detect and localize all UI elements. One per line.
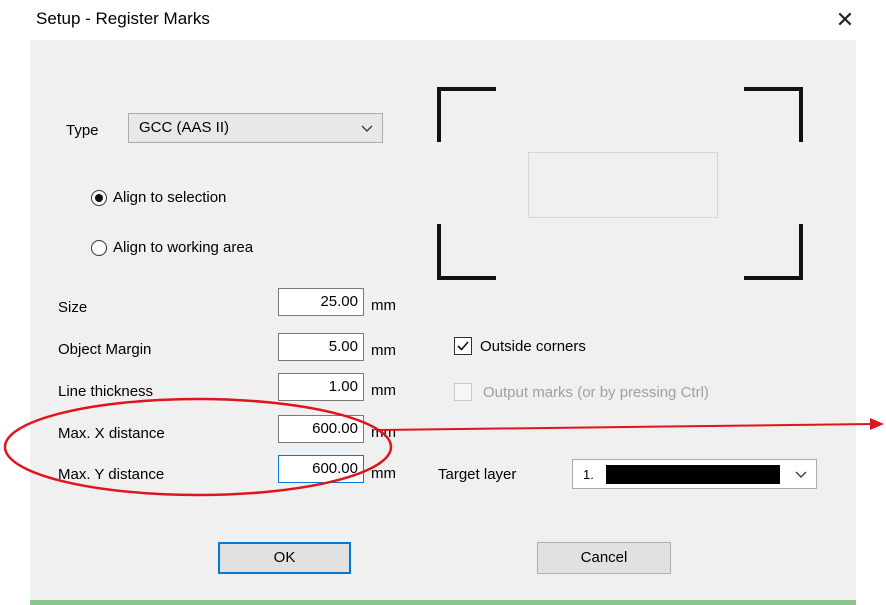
output-marks-checkbox[interactable] bbox=[454, 383, 472, 401]
align-selection-label[interactable]: Align to selection bbox=[113, 189, 226, 206]
align-selection-radio[interactable] bbox=[91, 190, 107, 206]
target-layer-select[interactable]: 1. bbox=[572, 459, 817, 489]
cancel-button[interactable]: Cancel bbox=[537, 542, 671, 574]
object-margin-unit: mm bbox=[371, 342, 396, 359]
ok-button[interactable]: OK bbox=[218, 542, 351, 574]
max-y-distance-input[interactable]: 600.00 bbox=[278, 455, 364, 483]
chevron-down-icon bbox=[795, 471, 807, 478]
object-margin-input[interactable]: 5.00 bbox=[278, 333, 364, 361]
type-select-value: GCC (AAS II) bbox=[139, 119, 230, 136]
line-thickness-unit: mm bbox=[371, 382, 396, 399]
align-working-area-label[interactable]: Align to working area bbox=[113, 239, 253, 256]
max-y-distance-label: Max. Y distance bbox=[58, 466, 165, 483]
bottom-accent-strip bbox=[30, 600, 856, 605]
size-unit: mm bbox=[371, 297, 396, 314]
target-layer-value: 1. bbox=[583, 467, 594, 482]
outside-corners-label[interactable]: Outside corners bbox=[480, 338, 586, 355]
window-title: Setup - Register Marks bbox=[36, 9, 210, 28]
type-label: Type bbox=[66, 122, 99, 139]
size-label: Size bbox=[58, 299, 88, 316]
line-thickness-input[interactable]: 1.00 bbox=[278, 373, 364, 401]
max-x-distance-unit: mm bbox=[371, 424, 396, 441]
max-x-distance-input[interactable]: 600.00 bbox=[278, 415, 364, 443]
object-margin-label: Object Margin bbox=[58, 341, 152, 358]
max-x-distance-label: Max. X distance bbox=[58, 425, 165, 442]
annotation-arrow-head bbox=[870, 418, 884, 430]
chevron-down-icon bbox=[361, 125, 373, 132]
title-bar: Setup - Register Marks ✕ bbox=[0, 0, 886, 40]
checkmark-icon bbox=[457, 341, 469, 351]
redacted-layer-name bbox=[606, 465, 780, 484]
align-working-area-radio[interactable] bbox=[91, 240, 107, 256]
close-icon[interactable]: ✕ bbox=[828, 4, 862, 36]
output-marks-label: Output marks (or by pressing Ctrl) bbox=[483, 384, 709, 401]
line-thickness-label: Line thickness bbox=[58, 383, 154, 400]
type-select[interactable]: GCC (AAS II) bbox=[128, 113, 383, 143]
size-input[interactable]: 25.00 bbox=[278, 288, 364, 316]
preview-object-rect bbox=[528, 152, 718, 218]
target-layer-label: Target layer bbox=[438, 466, 517, 483]
outside-corners-checkbox[interactable] bbox=[454, 337, 472, 355]
max-y-distance-unit: mm bbox=[371, 465, 396, 482]
